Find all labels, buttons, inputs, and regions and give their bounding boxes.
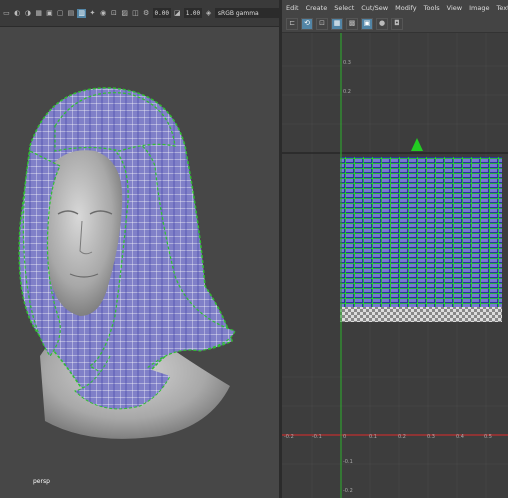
- scale-icon[interactable]: ⊡: [316, 17, 328, 30]
- menu-tools[interactable]: Tools: [424, 4, 440, 12]
- menu-image[interactable]: Image: [469, 4, 489, 12]
- gamma-field[interactable]: 1.00: [183, 8, 203, 18]
- menu-cut-sew[interactable]: Cut/Sew: [361, 4, 388, 12]
- dim-icon[interactable]: ●: [376, 17, 388, 30]
- camera-icon[interactable]: ◫: [131, 9, 140, 18]
- gamma-icon: ◪: [174, 8, 181, 17]
- shadow-icon[interactable]: ✦: [88, 9, 97, 18]
- rotate-icon[interactable]: ⟲: [301, 17, 313, 30]
- camera-label: persp: [33, 478, 50, 485]
- textured-icon[interactable]: ▤: [67, 9, 76, 18]
- snapshot-icon[interactable]: ◘: [391, 17, 403, 30]
- head-model-scene: [18, 87, 236, 439]
- perspective-viewport[interactable]: ▭ ◐ ◑ ▦ ▣ ▢ ▤ ▥ ✦ ◉ ⊡ ▨ ◫ ⚙ 0.00 ◪ 1.00 …: [0, 0, 279, 498]
- uv-toolbar: ⊏ ⟲ ⊡ ▦ ▩ ▣ ● ◘: [282, 15, 508, 33]
- menu-select[interactable]: Select: [334, 4, 354, 12]
- tick-x-3: 0.1: [369, 434, 377, 440]
- tick-x-4: 0.2: [398, 434, 406, 440]
- tick-x-1: -0.1: [312, 434, 322, 440]
- tick-y-2: -0.1: [343, 459, 353, 465]
- menu-edit[interactable]: Edit: [286, 4, 299, 12]
- checker-icon[interactable]: ▩: [346, 17, 358, 30]
- menu-view[interactable]: View: [447, 4, 462, 12]
- grid-icon[interactable]: ▦: [34, 9, 43, 18]
- wireframe-icon[interactable]: ▣: [45, 9, 54, 18]
- tick-x-0: -0.2: [284, 434, 294, 440]
- menu-modify[interactable]: Modify: [395, 4, 417, 12]
- xray-icon[interactable]: ▨: [120, 9, 129, 18]
- menu-textures[interactable]: Textures: [496, 4, 508, 12]
- move-manipulator-icon: [411, 138, 423, 151]
- lasso-icon[interactable]: ◐: [13, 9, 22, 18]
- tick-y-0: 0.3: [343, 60, 351, 66]
- move-icon[interactable]: ⊏: [286, 17, 298, 30]
- shaded-uv-icon[interactable]: ▣: [361, 17, 373, 30]
- ao-icon[interactable]: ◉: [99, 9, 108, 18]
- gear-icon[interactable]: ⚙: [142, 9, 151, 18]
- menu-create[interactable]: Create: [306, 4, 328, 12]
- tick-y-1: 0.2: [343, 89, 351, 95]
- color-management-icon[interactable]: ◈: [204, 9, 213, 18]
- select-icon[interactable]: ▭: [2, 9, 11, 18]
- viewport-toolbar: ▭ ◐ ◑ ▦ ▣ ▢ ▤ ▥ ✦ ◉ ⊡ ▨ ◫ ⚙ 0.00 ◪ 1.00 …: [0, 0, 279, 27]
- exposure-field[interactable]: 0.00: [152, 8, 171, 18]
- shaded-icon[interactable]: ▢: [56, 9, 65, 18]
- grid-toggle-icon[interactable]: ▦: [331, 17, 343, 30]
- tick-x-7: 0.5: [484, 434, 492, 440]
- isolate-icon[interactable]: ⊡: [110, 9, 119, 18]
- uv-editor-panel: Edit Create Select Cut/Sew Modify Tools …: [282, 0, 508, 498]
- tick-x-5: 0.3: [427, 434, 435, 440]
- tick-y-3: -0.2: [343, 488, 353, 494]
- uv-menu-bar: Edit Create Select Cut/Sew Modify Tools …: [282, 0, 508, 15]
- tick-x-6: 0.4: [456, 434, 464, 440]
- light-icon[interactable]: ▥: [77, 8, 86, 18]
- tick-x-2: 0: [343, 434, 346, 440]
- uv-shells: [340, 157, 502, 307]
- paint-icon[interactable]: ◑: [24, 9, 33, 18]
- color-space-dropdown[interactable]: sRGB gamma: [214, 8, 279, 18]
- uv-viewport[interactable]: -0.2 -0.1 0 0.1 0.2 0.3 0.4 0.5 0.3 0.2 …: [282, 33, 508, 498]
